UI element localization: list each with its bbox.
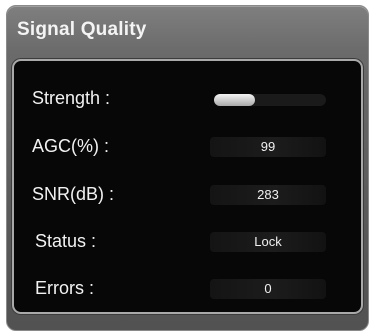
strength-bar-fill — [214, 94, 256, 106]
agc-value: 99 — [210, 137, 326, 157]
errors-value: 0 — [210, 279, 326, 299]
status-row: Status : Lock — [14, 220, 361, 260]
signal-quality-panel: Signal Quality Strength : AGC(%) : 99 SN… — [6, 5, 369, 331]
agc-row: AGC(%) : 99 — [14, 125, 361, 165]
panel-title: Signal Quality — [17, 19, 147, 40]
snr-label: SNR(dB) : — [32, 184, 115, 204]
snr-row: SNR(dB) : 283 — [14, 173, 361, 213]
agc-label: AGC(%) : — [32, 136, 110, 156]
status-value: Lock — [210, 232, 326, 252]
strength-bar — [214, 94, 326, 106]
status-label: Status : — [35, 231, 97, 251]
errors-label: Errors : — [35, 278, 95, 298]
snr-value: 283 — [210, 185, 326, 205]
strength-row: Strength : — [14, 77, 361, 117]
strength-label: Strength : — [32, 88, 111, 108]
errors-row: Errors : 0 — [14, 267, 361, 307]
signal-info-box: Strength : AGC(%) : 99 SNR(dB) : 283 Sta… — [12, 59, 363, 314]
